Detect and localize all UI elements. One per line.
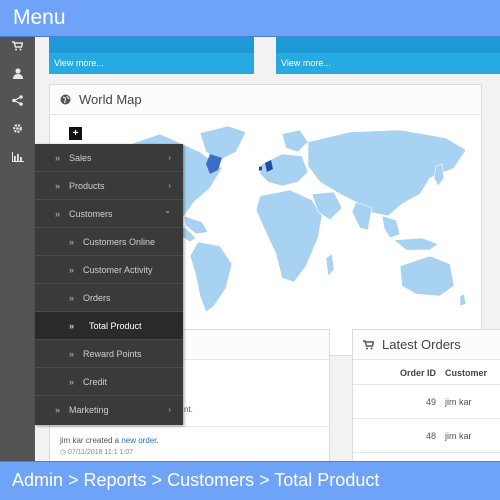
latest-orders-panel: Latest Orders Order ID Customer 49 jim k…: [352, 329, 500, 469]
menu-item-customers[interactable]: » Customers ⌄: [35, 200, 183, 228]
menu-item-label: Orders: [83, 292, 111, 303]
double-chevron-icon: »: [55, 152, 61, 163]
menu-item-customer-activity[interactable]: » Customer Activity: [35, 256, 183, 284]
double-chevron-icon: »: [69, 292, 75, 303]
menu-item-label: Credit: [83, 376, 108, 387]
share-icon[interactable]: [0, 91, 35, 109]
double-chevron-icon: »: [69, 264, 75, 275]
order-customer: jim kar: [445, 431, 472, 441]
double-chevron-icon: »: [55, 208, 61, 219]
view-more-link[interactable]: View more...: [281, 58, 331, 68]
bar-chart-icon[interactable]: [0, 148, 35, 166]
cart-icon[interactable]: [0, 37, 35, 55]
chevron-right-icon: ›: [168, 181, 171, 190]
double-chevron-icon: »: [55, 180, 61, 191]
panel-header: World Map: [50, 85, 481, 115]
menu-item-label: Products: [69, 180, 105, 191]
stat-tile-2: View more...: [276, 37, 500, 74]
stat-tile-1: View more...: [49, 37, 254, 74]
menu-item-customers-online[interactable]: » Customers Online: [35, 228, 183, 256]
activity-text: nt.: [184, 405, 193, 414]
menu-item-marketing[interactable]: » Marketing ›: [35, 396, 183, 424]
bottom-bar: Admin > Reports > Customers > Total Prod…: [0, 461, 500, 500]
menu-item-label: Marketing: [69, 405, 109, 415]
cart-icon: [363, 339, 374, 349]
chevron-right-icon: ›: [168, 153, 171, 162]
order-id: 49: [425, 397, 436, 407]
menu-item-orders[interactable]: » Orders: [35, 284, 183, 312]
panel-title: World Map: [79, 92, 142, 107]
activity-timestamp: ◷ 07/11/2018 11:1 1:07: [60, 449, 134, 456]
menu-item-label: Customer Activity: [83, 264, 153, 275]
menu-item-label: Total Product: [89, 320, 142, 331]
double-chevron-icon: »: [69, 348, 75, 359]
sidebar-icon-bar: [0, 37, 35, 461]
breadcrumb: Admin > Reports > Customers > Total Prod…: [12, 470, 380, 490]
globe-icon: [60, 94, 71, 105]
user-icon[interactable]: [0, 64, 35, 82]
order-id: 48: [425, 431, 436, 441]
menu-item-label: Customers: [69, 208, 113, 219]
chevron-right-icon: ›: [168, 405, 171, 414]
view-more-link[interactable]: View more...: [54, 58, 104, 68]
double-chevron-icon: »: [69, 236, 75, 247]
activity-end: .: [156, 436, 159, 445]
table-row[interactable]: 49 jim kar: [353, 385, 500, 419]
map-zoom-in-button[interactable]: +: [69, 127, 82, 140]
menu-item-credit[interactable]: » Credit: [35, 368, 183, 396]
chevron-down-icon: ⌄: [164, 206, 171, 215]
gear-icon[interactable]: [0, 119, 35, 137]
menu-item-products[interactable]: » Products ›: [35, 172, 183, 200]
new-order-link[interactable]: new order: [121, 436, 156, 445]
menu-item-sales[interactable]: » Sales ›: [35, 144, 183, 172]
menu-item-reward-points[interactable]: » Reward Points: [35, 340, 183, 368]
menu-item-label: Sales: [69, 152, 92, 163]
double-chevron-icon: »: [69, 320, 75, 331]
menu-item-label: Reward Points: [83, 348, 142, 359]
col-order-id[interactable]: Order ID: [400, 368, 436, 378]
double-chevron-icon: »: [55, 405, 61, 415]
menu-item-total-product[interactable]: » Total Product: [35, 312, 183, 340]
menu-title[interactable]: Menu: [13, 6, 66, 30]
table-row[interactable]: 48 jim kar: [353, 419, 500, 453]
orders-table: Order ID Customer 49 jim kar 48 jim kar: [353, 361, 500, 453]
activity-entry: jim kar created a new order.: [60, 436, 159, 445]
double-chevron-icon: »: [69, 376, 75, 387]
table-header: Order ID Customer: [353, 361, 500, 385]
menu-item-label: Customers Online: [83, 236, 156, 247]
panel-title: Latest Orders: [382, 337, 461, 352]
reports-nav-menu: » Sales › » Products › » Customers ⌄ » C…: [35, 144, 183, 425]
panel-header: Latest Orders: [353, 330, 500, 360]
top-bar: Menu: [0, 0, 500, 37]
activity-user-text: jim kar created a: [60, 436, 122, 445]
order-customer: jim kar: [445, 397, 472, 407]
col-customer[interactable]: Customer: [445, 368, 487, 378]
